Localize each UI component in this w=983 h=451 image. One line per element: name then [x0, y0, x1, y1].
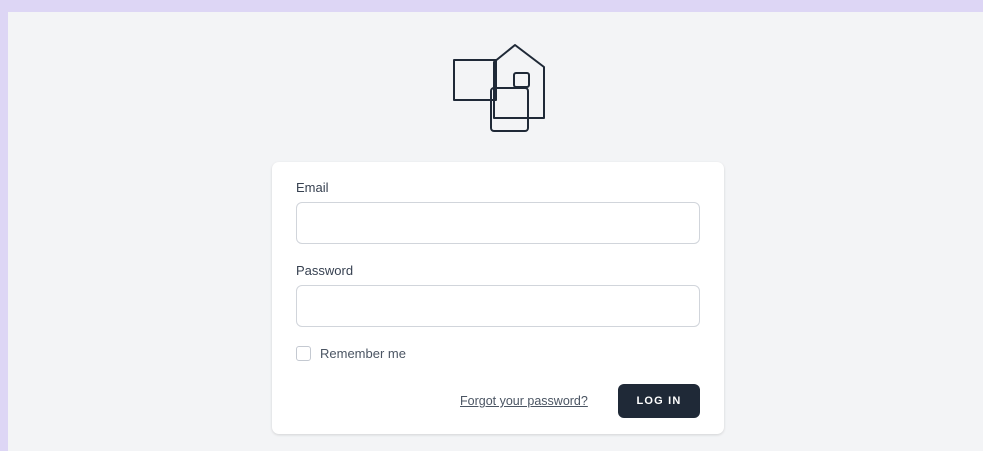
house-logo-icon — [451, 42, 556, 137]
password-input[interactable] — [296, 285, 700, 327]
login-button[interactable]: LOG IN — [618, 384, 700, 418]
email-label: Email — [296, 180, 329, 195]
login-card: Email Password Remember me Forgot your p… — [272, 162, 724, 434]
email-input[interactable] — [296, 202, 700, 244]
remember-me-label[interactable]: Remember me — [320, 346, 406, 361]
password-label: Password — [296, 263, 354, 278]
remember-me-row: Remember me — [296, 345, 406, 361]
forgot-password-link[interactable]: Forgot your password? — [460, 394, 588, 408]
remember-me-checkbox[interactable] — [296, 345, 311, 361]
app-frame: Email Password Remember me Forgot your p… — [8, 12, 983, 451]
